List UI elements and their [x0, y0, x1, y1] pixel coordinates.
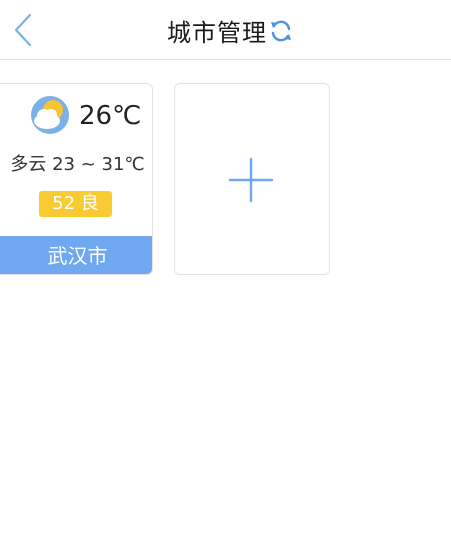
weather-condition-range: 多云 23 ~ 31℃ — [10, 154, 145, 175]
page-title: 城市管理 — [167, 18, 267, 47]
refresh-button[interactable] — [268, 18, 294, 44]
refresh-icon — [271, 20, 291, 42]
aqi-badge: 52 良 — [39, 191, 112, 217]
city-card-wuhan[interactable]: 26℃ 多云 23 ~ 31℃ 52 良 武汉市 — [0, 83, 153, 275]
chevron-left-icon — [14, 13, 32, 47]
current-temperature: 26℃ — [79, 101, 142, 131]
city-name: 武汉市 — [0, 236, 152, 274]
add-city-button[interactable] — [174, 83, 330, 275]
back-button[interactable] — [10, 12, 40, 48]
header-bar: 城市管理 — [0, 0, 451, 60]
partly-cloudy-icon — [31, 96, 69, 134]
plus-icon — [228, 157, 274, 203]
